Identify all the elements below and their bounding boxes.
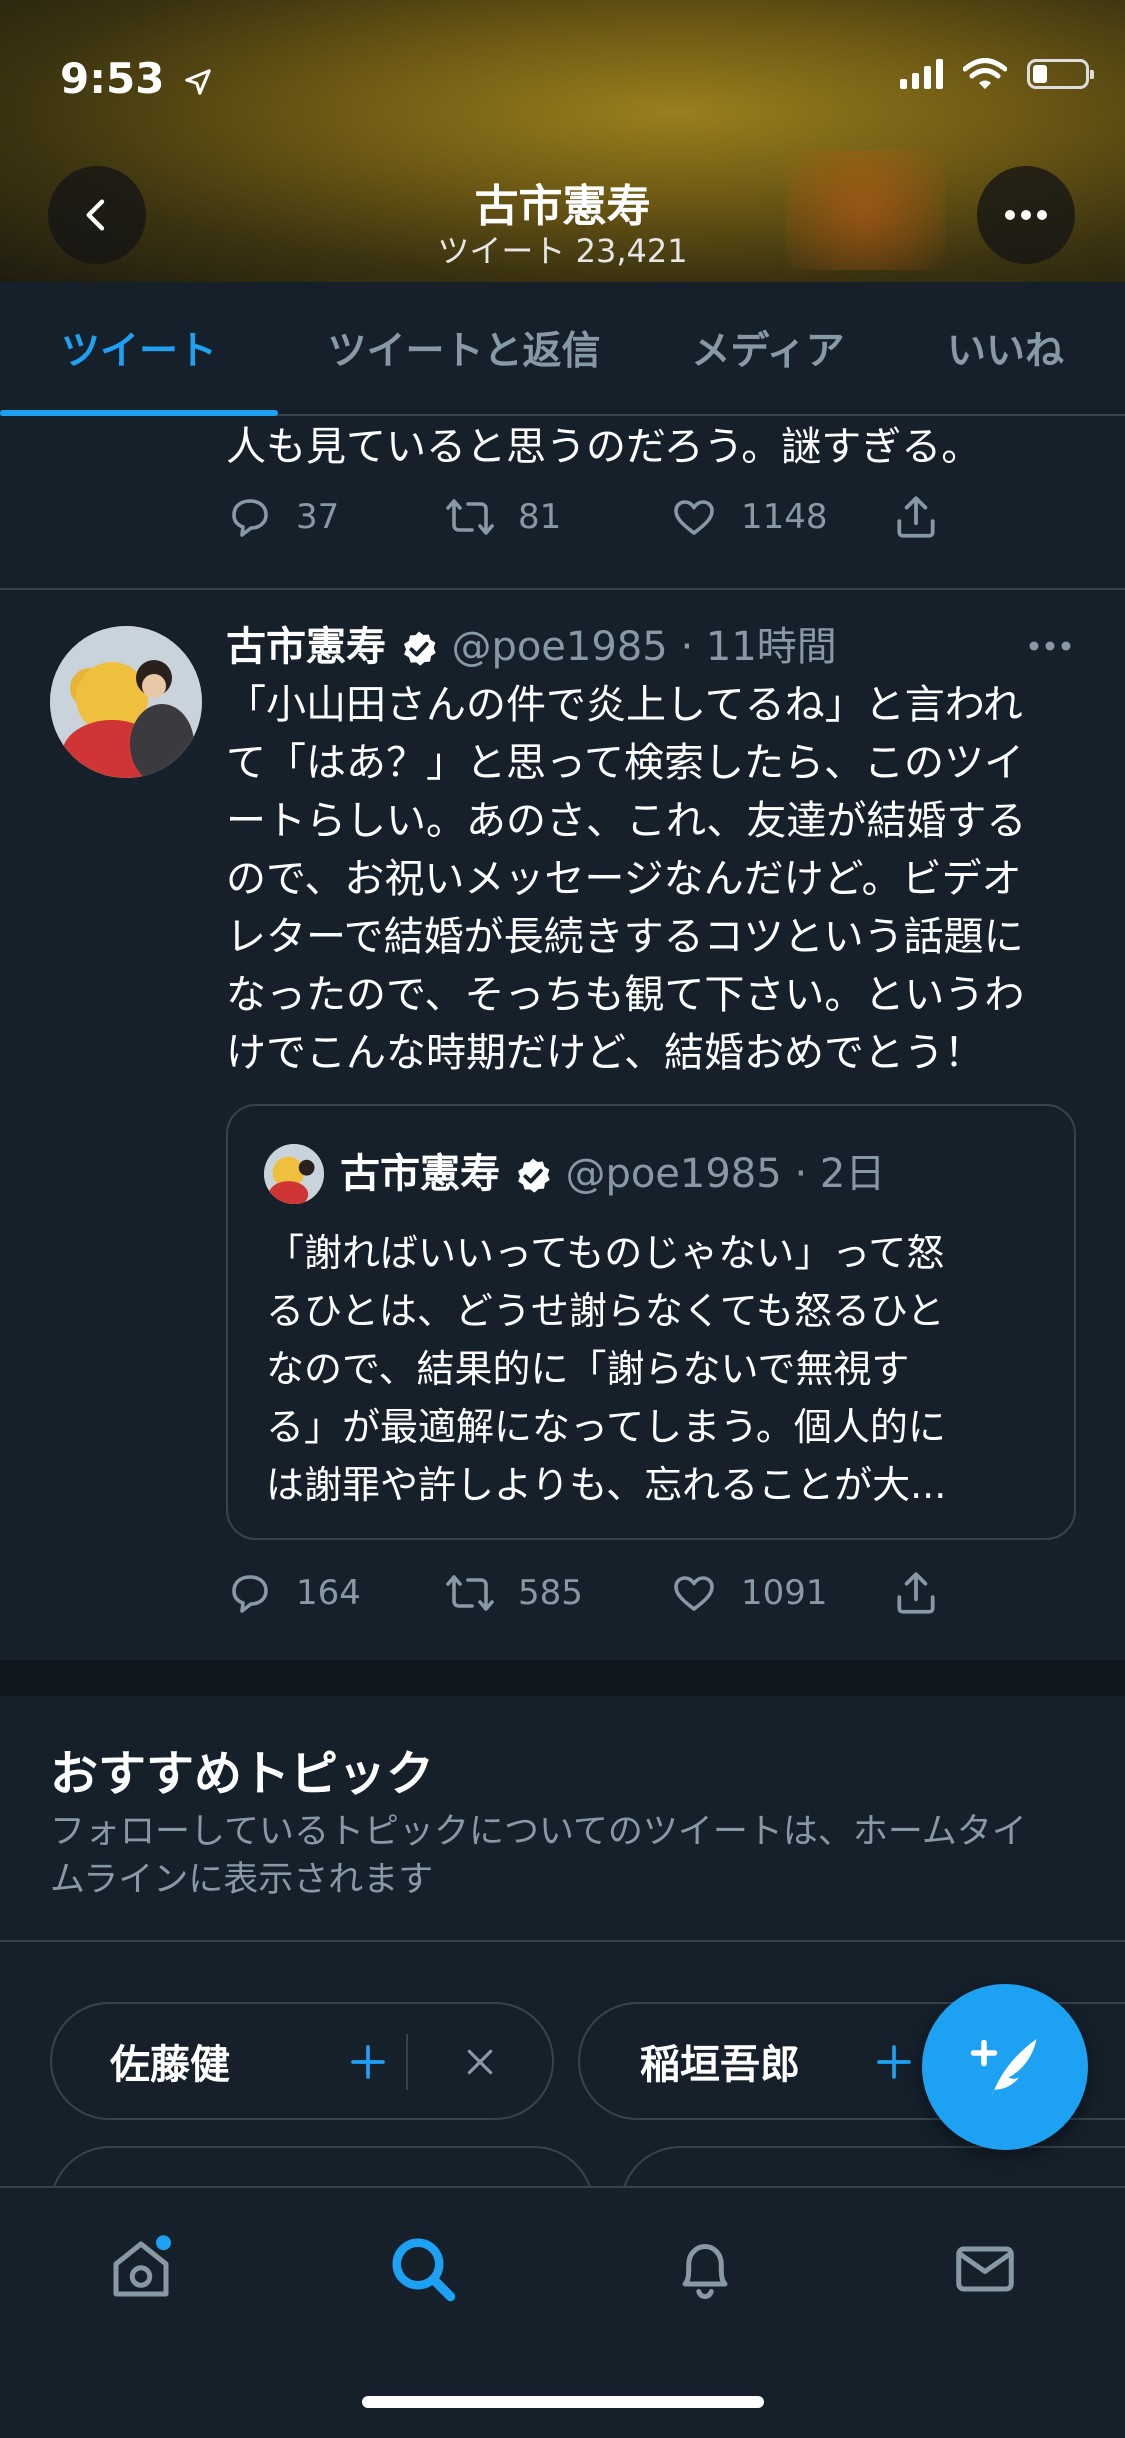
- share-icon: [897, 1572, 935, 1614]
- profile-tabs: ツイート ツイートと返信 メディア いいね: [0, 282, 1125, 416]
- share-icon: [897, 496, 935, 538]
- plus-icon[interactable]: [874, 2042, 914, 2082]
- prev-tweet-text: 人も見ていると思うのだろう。謎すぎる。: [226, 424, 982, 470]
- reply-count: 37: [296, 497, 340, 537]
- tab-likes[interactable]: いいね: [886, 282, 1125, 414]
- topics-title: おすすめトピック: [50, 1746, 435, 1802]
- tweet-line: ートらしい。あのさ、これ、友達が結婚する: [226, 798, 1027, 844]
- mail-icon[interactable]: [950, 2234, 1020, 2304]
- quoted-line: は謝罪や許しよりも、忘れることが大...: [266, 1463, 947, 1507]
- topic-pill[interactable]: 佐藤健: [50, 2002, 554, 2120]
- quoted-line: るひとは、どうせ謝らなくても怒るひと: [266, 1289, 945, 1333]
- tweet-line: ので、お祝いメッセージなんだけど。ビデオ: [226, 856, 1022, 902]
- topic-label: 稲垣吾郎: [640, 2042, 800, 2088]
- retweet-button[interactable]: 585: [444, 1569, 669, 1617]
- like-button[interactable]: 1148: [669, 493, 891, 541]
- tweet-line: 「小山田さんの件で炎上してるね」と言われ: [226, 682, 1023, 728]
- tweet-count: ツイート 23,421: [437, 232, 688, 270]
- quoted-tweet-time: · 2日: [794, 1151, 886, 1197]
- tweet-divider: [0, 588, 1125, 590]
- tweet-line: なったので、そっちも観て下さい。というわ: [226, 972, 1025, 1018]
- tweet-body: 「小山田さんの件で炎上してるね」と言われ て「はあ？」と思って検索したら、このツ…: [226, 676, 1106, 1082]
- signal-icon: [900, 59, 943, 89]
- retweet-count: 81: [518, 497, 562, 537]
- bell-icon[interactable]: [670, 2234, 740, 2304]
- topics-description: フォローしているトピックについてのツイートは、ホームタイ ムラインに表示されます: [50, 1808, 1090, 1904]
- topics-divider: [0, 1940, 1125, 1942]
- reply-count: 164: [296, 1573, 361, 1613]
- status-time: 9:53: [60, 54, 213, 103]
- topic-label: 佐藤健: [110, 2042, 230, 2088]
- quoted-body: 「謝ればいいってものじゃない」って怒 るひとは、どうせ謝らなくても怒るひと なの…: [266, 1224, 1056, 1514]
- avatar-image: [50, 626, 202, 778]
- quoted-line: る」が最適解になってしまう。個人的に: [266, 1405, 946, 1449]
- section-separator: [0, 1660, 1125, 1696]
- tweet-time: · 11時間: [680, 624, 837, 670]
- retweet-icon: [446, 1575, 494, 1611]
- reply-button[interactable]: 37: [226, 493, 444, 541]
- battery-icon: [1027, 59, 1094, 89]
- home-icon[interactable]: [106, 2234, 176, 2304]
- location-arrow-icon: [185, 68, 211, 95]
- reply-button[interactable]: 164: [226, 1569, 444, 1617]
- compose-tweet-button[interactable]: [922, 1984, 1088, 2150]
- quoted-avatar-image: [264, 1144, 324, 1204]
- verified-icon: [517, 1158, 550, 1193]
- reply-icon: [232, 499, 268, 537]
- share-button[interactable]: [891, 1568, 941, 1618]
- avatar[interactable]: [50, 626, 202, 778]
- pill-separator: [406, 2034, 408, 2090]
- like-count: 1091: [741, 1573, 828, 1613]
- quoted-author-name: 古市憲寿: [340, 1151, 500, 1197]
- quoted-avatar: [264, 1144, 324, 1204]
- quoted-line: 「謝ればいいってものじゃない」って怒: [266, 1231, 945, 1275]
- retweet-count: 585: [518, 1573, 583, 1613]
- tweet-line: レターで結婚が長続きするコツという話題に: [226, 914, 1024, 960]
- retweet-icon: [446, 499, 494, 535]
- home-indicator: [362, 2396, 764, 2408]
- quoted-line: なので、結果的に「謝らないで無視す: [266, 1347, 910, 1391]
- tweet-line: けでこんな時期だけど、結婚おめでとう！: [226, 1030, 984, 1076]
- tab-media[interactable]: メディア: [650, 282, 886, 414]
- share-button[interactable]: [891, 492, 941, 542]
- prev-tweet-actions: 37 81 1148: [226, 492, 941, 542]
- tab-tweets[interactable]: ツイート: [0, 282, 278, 416]
- tweet-actions: 164 585 1091: [226, 1568, 941, 1618]
- search-icon[interactable]: [388, 2234, 458, 2304]
- plus-icon[interactable]: [348, 2042, 388, 2082]
- topics-description-line: ムラインに表示されます: [50, 1860, 434, 1900]
- retweet-button[interactable]: 81: [444, 493, 669, 541]
- quoted-tweet[interactable]: 古市憲寿 @poe1985 · 2日 「謝ればいいってものじゃない」って怒 るひ…: [226, 1104, 1076, 1540]
- tweet-more-icon[interactable]: [1028, 640, 1072, 652]
- compose-icon: [970, 2039, 1037, 2099]
- reply-icon: [232, 1575, 268, 1613]
- tweet-header: 古市憲寿 @poe1985 · 11時間: [226, 618, 837, 676]
- like-icon: [674, 1576, 714, 1611]
- tweet-line: て「はあ？」と思って検索したら、このツイ: [226, 740, 1024, 786]
- tab-tweets-and-replies[interactable]: ツイートと返信: [278, 282, 650, 414]
- like-button[interactable]: 1091: [669, 1569, 891, 1617]
- status-icons: [900, 58, 1094, 90]
- profile-header-banner: 9:53 古市憲寿 ツイート 23,421: [0, 0, 1125, 282]
- topics-description-line: フォローしているトピックについてのツイートは、ホームタイ: [50, 1812, 1027, 1852]
- verified-icon: [403, 631, 436, 666]
- quoted-header: 古市憲寿 @poe1985 · 2日: [340, 1144, 885, 1204]
- quoted-author-handle: @poe1985: [565, 1151, 782, 1197]
- author-name[interactable]: 古市憲寿: [226, 624, 386, 670]
- author-handle[interactable]: @poe1985: [451, 624, 667, 670]
- like-count: 1148: [741, 497, 828, 537]
- wifi-icon: [963, 58, 1007, 89]
- close-icon[interactable]: [464, 2046, 496, 2078]
- profile-name: 古市憲寿: [474, 181, 651, 232]
- like-icon: [674, 500, 714, 535]
